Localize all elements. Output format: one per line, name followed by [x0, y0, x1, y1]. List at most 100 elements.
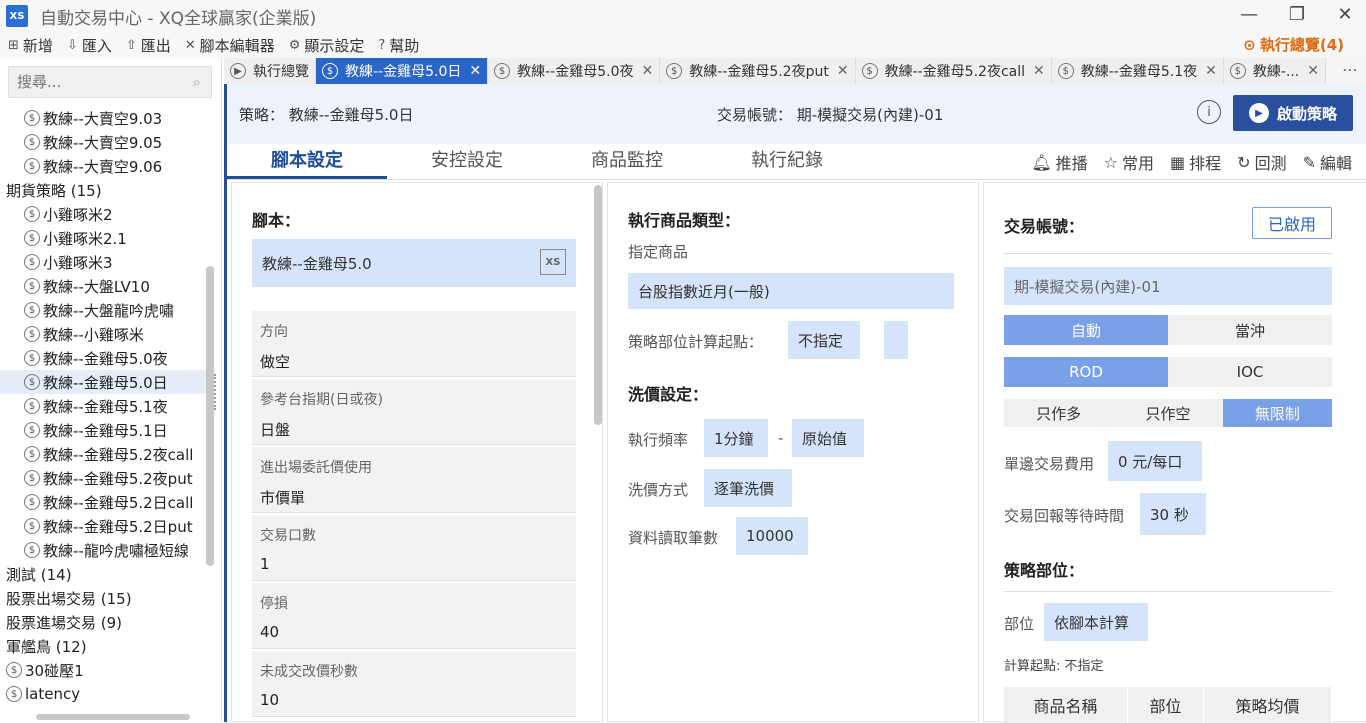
- close-tab-icon[interactable]: ✕: [1307, 63, 1319, 79]
- price-method-select[interactable]: 逐筆洗價: [704, 469, 792, 507]
- maximize-button[interactable]: ❐: [1286, 4, 1308, 25]
- subtab-2[interactable]: 商品監控: [547, 144, 707, 179]
- menu-item-label: 新增: [22, 36, 53, 55]
- tab-4[interactable]: $ 教練--金雞母5.2夜call ✕: [855, 58, 1052, 84]
- tree-item[interactable]: $ 教練--金雞母5.2夜put: [0, 466, 210, 490]
- tab-0[interactable]: ▶ 執行總覽: [224, 58, 316, 84]
- mode-daytrade-option[interactable]: 當沖: [1168, 315, 1332, 345]
- tree-item[interactable]: $ 教練--金雞母5.2夜call: [0, 442, 210, 466]
- side-long-option[interactable]: 只作多: [1004, 399, 1113, 427]
- tab-1[interactable]: $ 教練--金雞母5.0日 ✕: [316, 58, 489, 84]
- menu-item-script-editor[interactable]: ✕ 腳本編輯器: [185, 35, 275, 56]
- tab-3[interactable]: $ 教練--金雞母5.2夜put ✕: [660, 58, 856, 84]
- order-rod-option[interactable]: ROD: [1004, 357, 1168, 387]
- tree-item[interactable]: $ 教練--龍吟虎嘯極短線: [0, 538, 210, 562]
- tree-item[interactable]: $ 教練--金雞母5.2日call: [0, 490, 210, 514]
- tree-item[interactable]: $30碰壓1: [0, 658, 210, 682]
- script-selector[interactable]: 教練--金雞母5.0 XS: [252, 239, 576, 287]
- tree-group[interactable]: 軍艦鳥 (12): [0, 634, 210, 658]
- edit-action[interactable]: ✎ 編輯: [1303, 150, 1352, 174]
- subtab-0[interactable]: 腳本設定: [227, 144, 387, 179]
- xs-script-icon[interactable]: XS: [540, 249, 566, 275]
- tree-item[interactable]: $ 教練--小雞啄米: [0, 322, 210, 346]
- menu-item-gear[interactable]: ⚙ 顯示設定: [289, 35, 365, 56]
- col-avg-price[interactable]: 策略均價: [1204, 687, 1332, 723]
- col-position[interactable]: 部位: [1128, 687, 1204, 723]
- close-tab-icon[interactable]: ✕: [469, 63, 481, 79]
- star-action[interactable]: ☆ 常用: [1104, 150, 1154, 174]
- search-icon[interactable]: ⌕: [193, 73, 201, 91]
- side-unlimited-option[interactable]: 無限制: [1222, 399, 1332, 427]
- script-param[interactable]: 未成交改價秒數 10: [252, 651, 576, 717]
- tree-item[interactable]: $ 教練--大賣空9.05: [0, 130, 210, 154]
- fee-input[interactable]: 0 元/每口: [1108, 441, 1202, 481]
- tree-item[interactable]: $ 教練--金雞母5.0夜: [0, 346, 210, 370]
- menu-item-help[interactable]: ? 幫助: [378, 35, 419, 56]
- frequency-select[interactable]: 1分鐘: [704, 419, 768, 457]
- wait-input[interactable]: 30 秒: [1140, 493, 1206, 535]
- tree-item[interactable]: $ 小雞啄米2.1: [0, 226, 210, 250]
- script-param[interactable]: 進出場委託價使用 市價單: [252, 447, 576, 513]
- enabled-button[interactable]: 已啟用: [1252, 207, 1332, 239]
- search-input[interactable]: [17, 73, 177, 91]
- subtab-1[interactable]: 安控設定: [387, 144, 547, 179]
- tree-item[interactable]: $ 小雞啄米2: [0, 202, 210, 226]
- mode-auto-option[interactable]: 自動: [1004, 315, 1168, 345]
- script-param[interactable]: 方向 做空: [252, 311, 576, 377]
- position-select[interactable]: 依腳本計算: [1044, 603, 1148, 641]
- order-ioc-option[interactable]: IOC: [1168, 357, 1332, 387]
- close-tab-icon[interactable]: ✕: [1205, 63, 1217, 79]
- tree-item[interactable]: $ latency: [0, 682, 210, 706]
- search-box[interactable]: ⌕: [8, 66, 212, 98]
- tab-6[interactable]: $ 教練-... ✕: [1223, 58, 1326, 84]
- close-button[interactable]: ✕: [1334, 4, 1356, 25]
- tree-group[interactable]: 測試 (14): [0, 562, 210, 586]
- tree-item[interactable]: $ 教練--大賣空9.03: [0, 106, 210, 130]
- tree-group[interactable]: 股票出場交易 (15): [0, 586, 210, 610]
- tree-item[interactable]: $ 教練--大賣空9.06: [0, 154, 210, 178]
- run-overview-button[interactable]: ⊙ 執行總覽(4): [1243, 34, 1344, 55]
- read-count-input[interactable]: 10000: [736, 517, 808, 555]
- menu-item-new[interactable]: ⊞ 新增: [8, 35, 53, 56]
- frequency-value-select[interactable]: 原始值: [792, 419, 864, 457]
- tree-item[interactable]: $ 教練--金雞母5.1日: [0, 418, 210, 442]
- tab-5[interactable]: $ 教練--金雞母5.1夜 ✕: [1051, 58, 1224, 84]
- account-select[interactable]: 期-模擬交易(內建)-01: [1004, 267, 1332, 305]
- sidebar-horizontal-scrollbar[interactable]: [36, 714, 190, 720]
- minimize-button[interactable]: —: [1238, 4, 1260, 25]
- more-tabs-icon[interactable]: ⋯: [1342, 60, 1358, 79]
- close-tab-icon[interactable]: ✕: [837, 63, 849, 79]
- calc-start-extra[interactable]: [884, 321, 908, 359]
- tree-item[interactable]: $ 教練--金雞母5.1夜: [0, 394, 210, 418]
- bell-action[interactable]: 🔔︎ 推播: [1031, 150, 1087, 174]
- calc-start-select[interactable]: 不指定: [788, 321, 860, 359]
- tree-item[interactable]: $ 教練--大盤龍吟虎嘯: [0, 298, 210, 322]
- product-field[interactable]: 台股指數近月(一般): [628, 273, 954, 309]
- menu-item-import[interactable]: ⇩ 匯入: [67, 35, 112, 56]
- tree-item[interactable]: $ 教練--金雞母5.2日put: [0, 514, 210, 538]
- sidebar-splitter[interactable]: [214, 374, 220, 410]
- tree-item[interactable]: $ 教練--大盤LV10: [0, 274, 210, 298]
- info-icon[interactable]: i: [1197, 100, 1221, 124]
- script-param[interactable]: 停損 40: [252, 583, 576, 649]
- calendar-action[interactable]: ▦ 排程: [1170, 150, 1221, 174]
- menu-item-export[interactable]: ⇧ 匯出: [126, 35, 171, 56]
- script-param[interactable]: 交易口數 1: [252, 515, 576, 581]
- tree-group[interactable]: 期貨策略 (15): [0, 178, 210, 202]
- close-tab-icon[interactable]: ✕: [1033, 63, 1045, 79]
- tab-2[interactable]: $ 教練--金雞母5.0夜 ✕: [488, 58, 661, 84]
- sidebar-scrollbar[interactable]: [206, 266, 214, 566]
- tree-item[interactable]: $ 教練--金雞母5.0日: [0, 370, 210, 394]
- tree-group[interactable]: 股票進場交易 (9): [0, 610, 210, 634]
- script-param[interactable]: 參考台指期(日或夜) 日盤: [252, 379, 576, 445]
- gear-icon: ⚙: [288, 37, 301, 53]
- backtest-action[interactable]: ↻ 回測: [1237, 150, 1286, 174]
- subtab-3[interactable]: 執行紀錄: [707, 144, 867, 179]
- close-tab-icon[interactable]: ✕: [641, 63, 653, 79]
- side-short-option[interactable]: 只作空: [1113, 399, 1222, 427]
- start-strategy-button[interactable]: ▶ 啟動策略: [1233, 95, 1353, 131]
- col-product-name[interactable]: 商品名稱: [1004, 687, 1128, 723]
- action-label: 常用: [1122, 154, 1155, 173]
- tree-item[interactable]: $ 小雞啄米3: [0, 250, 210, 274]
- script-panel-scrollbar[interactable]: [594, 185, 602, 425]
